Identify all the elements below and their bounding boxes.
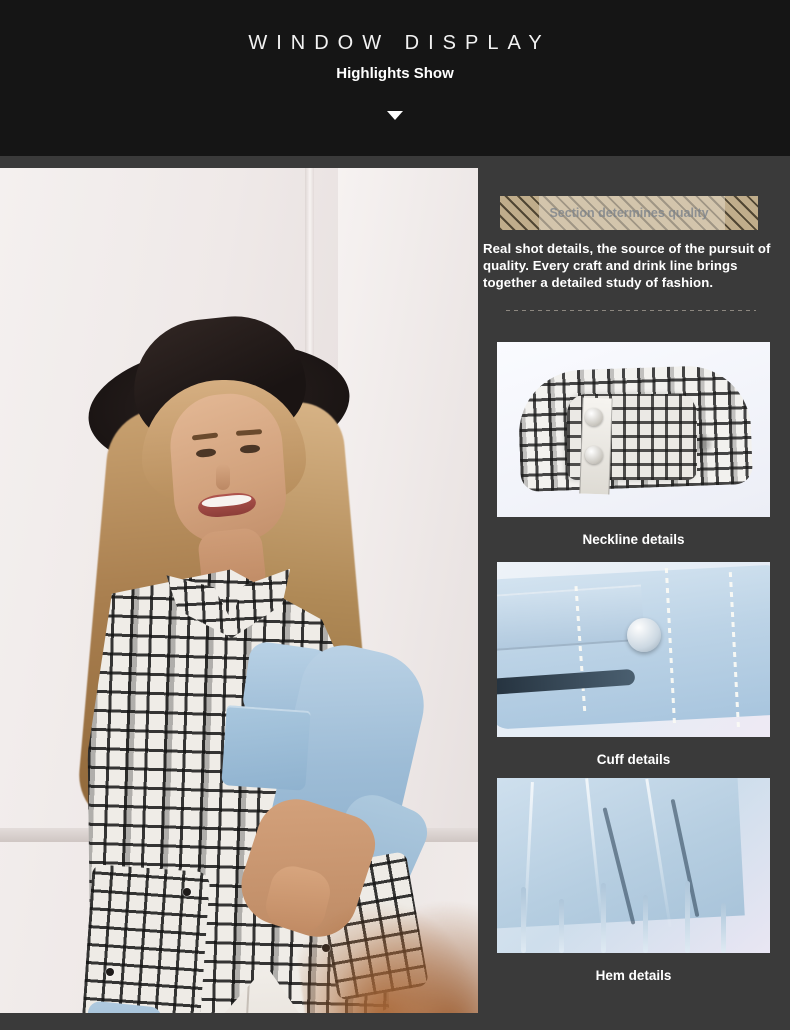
scroll-down-indicator: [0, 108, 790, 123]
window-display-page: WINDOW DISPLAY Highlights Show Section d…: [0, 0, 790, 1030]
detail-caption: Cuff details: [596, 752, 671, 767]
hem-fabric: [497, 778, 745, 929]
neckline-detail-image: [497, 342, 770, 517]
detail-caption: Neckline details: [582, 532, 685, 547]
hem-fray-thread: [521, 887, 526, 953]
detail-blurb: Real shot details, the source of the pur…: [483, 241, 771, 290]
hem-fray-thread: [559, 899, 564, 953]
cuff-detail-image: [497, 562, 770, 737]
page-subtitle: Highlights Show: [336, 65, 454, 82]
hem-detail-image: [497, 778, 770, 953]
jacket-button: [183, 888, 191, 896]
dashed-divider: [506, 310, 756, 311]
cuff-band: [497, 584, 645, 652]
denim-chest-pocket: [221, 705, 311, 791]
dried-grass-decor: [288, 868, 478, 1025]
teeth: [201, 493, 252, 509]
page-title: WINDOW DISPLAY: [248, 32, 551, 54]
hem-fray-thread: [643, 895, 648, 953]
top-banner: WINDOW DISPLAY Highlights Show: [0, 0, 790, 156]
neckline-button: [585, 408, 603, 426]
jacket-button: [106, 968, 114, 976]
hem-fray-thread: [685, 881, 690, 953]
neckline-button: [585, 446, 603, 464]
content-area: Section determines quality Real shot det…: [0, 156, 790, 1030]
hem-fray-thread: [601, 883, 606, 953]
detail-column: Section determines quality Real shot det…: [483, 156, 770, 1030]
down-triangle-icon: [387, 111, 403, 120]
detail-caption: Hem details: [595, 968, 672, 983]
hero-scene: [0, 168, 478, 1025]
detail-block-neckline: Neckline details: [497, 342, 770, 547]
hem-fray-thread: [721, 903, 726, 953]
bottom-band: [0, 1013, 790, 1030]
nose: [216, 464, 230, 490]
cuff-button: [627, 618, 661, 652]
section-badge-label: Section determines quality: [549, 206, 709, 220]
detail-block-cuff: Cuff details: [497, 562, 770, 767]
detail-block-hem: Hem details: [497, 778, 770, 983]
hero-model-photo: [0, 168, 478, 1025]
